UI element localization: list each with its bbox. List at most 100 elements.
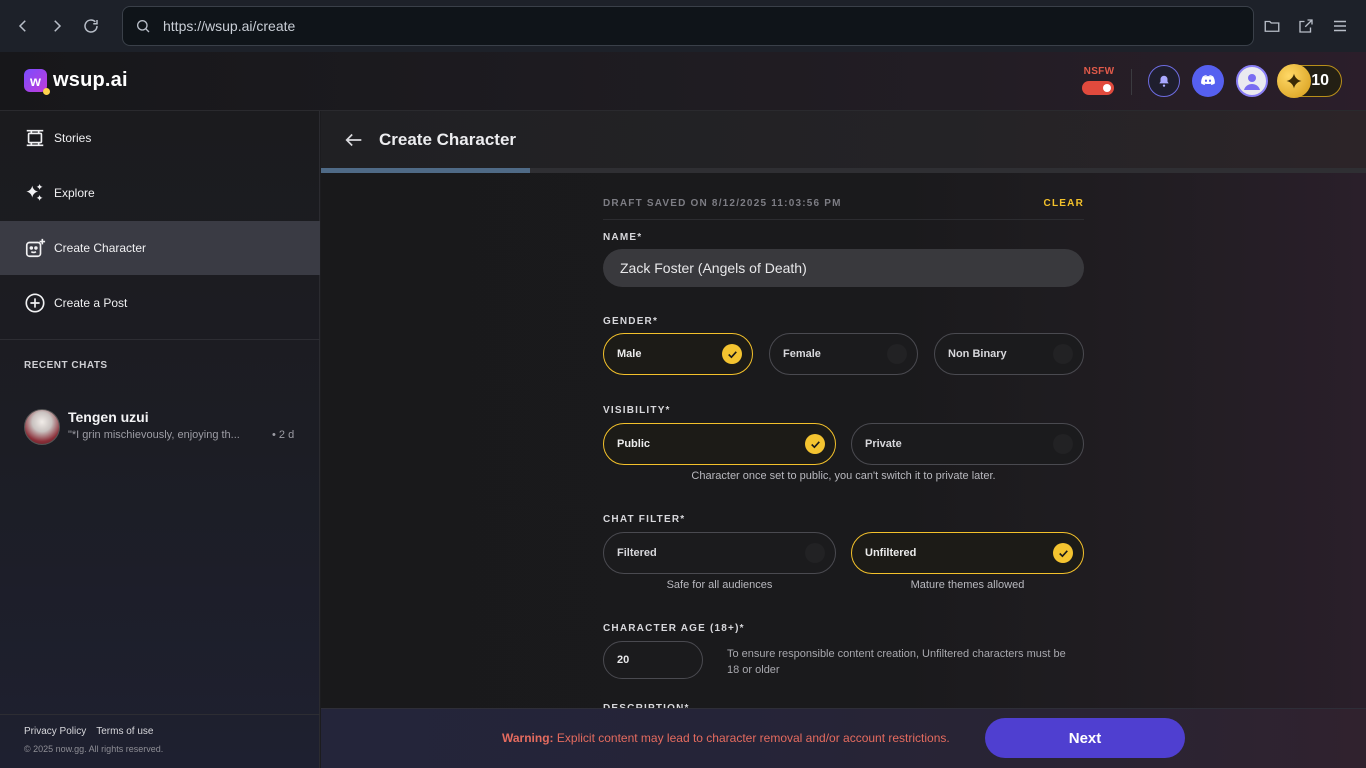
- option-label: Male: [617, 348, 642, 360]
- warning-prefix: Warning:: [502, 731, 554, 745]
- discord-icon: [1201, 75, 1215, 86]
- nsfw-toggle[interactable]: [1082, 81, 1114, 95]
- main-content: Create Character DRAFT SAVED ON 8/12/202…: [321, 111, 1366, 768]
- plus-circle-icon: [25, 293, 45, 313]
- header-divider: [1131, 69, 1132, 95]
- discord-button[interactable]: [1192, 65, 1224, 97]
- app-header: w wsup.ai NSFW 10: [0, 52, 1366, 111]
- sidebar: Stories Explore Create Character Create …: [0, 111, 320, 768]
- clear-button[interactable]: CLEAR: [1044, 198, 1084, 219]
- recent-chats-heading: RECENT CHATS: [24, 360, 108, 371]
- browser-reload-button[interactable]: [74, 9, 108, 43]
- sparkles-icon: [26, 183, 43, 201]
- selected-check-icon: [1053, 543, 1073, 563]
- browser-open-external-button[interactable]: [1290, 9, 1322, 43]
- filtered-hint: Safe for all audiences: [666, 579, 773, 591]
- browser-forward-button[interactable]: [40, 9, 74, 43]
- visibility-option-private[interactable]: Private: [851, 423, 1084, 465]
- recent-chat-item[interactable]: Tengen uzui "*I grin mischievously, enjo…: [24, 407, 304, 447]
- content-warning: Warning: Explicit content may lead to ch…: [502, 731, 950, 745]
- copyright-text: © 2025 now.gg. All rights reserved.: [24, 744, 164, 754]
- sidebar-item-label: Create Character: [54, 241, 147, 255]
- logo[interactable]: w wsup.ai: [24, 69, 128, 95]
- gender-label: GENDER*: [603, 316, 659, 327]
- progress-bar: [321, 168, 1366, 173]
- address-bar[interactable]: https://wsup.ai/create: [122, 6, 1254, 46]
- avatar: [24, 409, 60, 445]
- gender-option-female[interactable]: Female: [769, 333, 918, 375]
- arrow-left-icon[interactable]: [343, 129, 365, 151]
- character-age-input[interactable]: [603, 641, 703, 679]
- option-label: Public: [617, 438, 651, 450]
- notifications-button[interactable]: [1148, 65, 1180, 97]
- radio-icon: [805, 543, 825, 563]
- coins-balance[interactable]: 10: [1277, 64, 1342, 98]
- page-header: Create Character: [321, 111, 1366, 168]
- selected-check-icon: [722, 344, 742, 364]
- sidebar-item-label: Stories: [54, 131, 92, 145]
- unfiltered-hint: Mature themes allowed: [910, 579, 1025, 591]
- filter-option-unfiltered[interactable]: Unfiltered: [851, 532, 1084, 574]
- sidebar-item-create-character[interactable]: Create Character: [0, 221, 320, 275]
- draft-status-row: DRAFT SAVED ON 8/12/2025 11:03:56 PM CLE…: [603, 198, 1084, 220]
- sidebar-item-label: Explore: [54, 186, 95, 200]
- option-label: Unfiltered: [865, 547, 917, 559]
- chat-preview: "*I grin mischievously, enjoying th...: [68, 429, 240, 441]
- name-label: NAME*: [603, 232, 643, 243]
- sidebar-item-create-post[interactable]: Create a Post: [0, 276, 320, 330]
- sidebar-footer: Privacy Policy Terms of use © 2025 now.g…: [24, 726, 163, 754]
- browser-toolbar: https://wsup.ai/create: [0, 0, 1366, 52]
- visibility-option-public[interactable]: Public: [603, 423, 836, 465]
- sidebar-footer-divider: [0, 714, 320, 715]
- sidebar-divider: [0, 339, 320, 340]
- character-age-label: CHARACTER AGE (18+)*: [603, 623, 745, 634]
- browser-back-button[interactable]: [6, 9, 40, 43]
- coins-count: 10: [1311, 72, 1329, 89]
- browser-folder-button[interactable]: [1256, 9, 1288, 43]
- stories-icon: [26, 129, 44, 147]
- hamburger-menu-icon: [1334, 20, 1346, 32]
- nsfw-label: NSFW: [1083, 66, 1115, 77]
- chat-timestamp: • 2 d: [272, 429, 295, 441]
- radio-icon: [887, 344, 907, 364]
- bell-icon: [1159, 75, 1169, 87]
- nsfw-toggle-group[interactable]: NSFW: [1082, 66, 1116, 95]
- selected-check-icon: [805, 434, 825, 454]
- radio-icon: [1053, 434, 1073, 454]
- logo-text: wsup.ai: [53, 69, 128, 91]
- sidebar-item-label: Create a Post: [54, 296, 128, 310]
- terms-of-use-link[interactable]: Terms of use: [96, 726, 153, 737]
- page-title: Create Character: [379, 130, 517, 149]
- option-label: Non Binary: [948, 348, 1007, 360]
- radio-icon: [1053, 344, 1073, 364]
- character-add-icon: [25, 238, 46, 258]
- user-icon: [1244, 74, 1260, 90]
- name-input[interactable]: [603, 249, 1084, 287]
- visibility-label: VISIBILITY*: [603, 405, 671, 416]
- chevron-left-icon: [18, 20, 26, 32]
- external-link-icon: [1299, 19, 1313, 33]
- chevron-right-icon: [54, 20, 62, 32]
- sidebar-item-stories[interactable]: Stories: [0, 111, 320, 165]
- bottom-action-bar: Warning: Explicit content may lead to ch…: [321, 708, 1366, 768]
- option-label: Filtered: [617, 547, 657, 559]
- folder-icon: [1264, 20, 1280, 32]
- sidebar-item-explore[interactable]: Explore: [0, 166, 320, 220]
- next-button[interactable]: Next: [985, 718, 1185, 758]
- gender-option-male[interactable]: Male: [603, 333, 753, 375]
- warning-text: Explicit content may lead to character r…: [556, 731, 950, 745]
- browser-menu-button[interactable]: [1324, 9, 1356, 43]
- filter-option-filtered[interactable]: Filtered: [603, 532, 836, 574]
- visibility-hint: Character once set to public, you can't …: [691, 470, 996, 482]
- chat-name: Tengen uzui: [68, 409, 149, 425]
- profile-avatar-button[interactable]: [1236, 65, 1268, 97]
- option-label: Female: [783, 348, 821, 360]
- logo-mark-icon: w: [24, 69, 50, 95]
- chat-filter-label: CHAT FILTER*: [603, 514, 686, 525]
- age-note: To ensure responsible content creation, …: [727, 648, 1066, 676]
- privacy-policy-link[interactable]: Privacy Policy: [24, 726, 86, 737]
- coin-star-icon: [1277, 64, 1311, 98]
- search-icon: [137, 20, 150, 33]
- gender-option-non-binary[interactable]: Non Binary: [934, 333, 1084, 375]
- draft-saved-text: DRAFT SAVED ON 8/12/2025 11:03:56 PM: [603, 198, 842, 209]
